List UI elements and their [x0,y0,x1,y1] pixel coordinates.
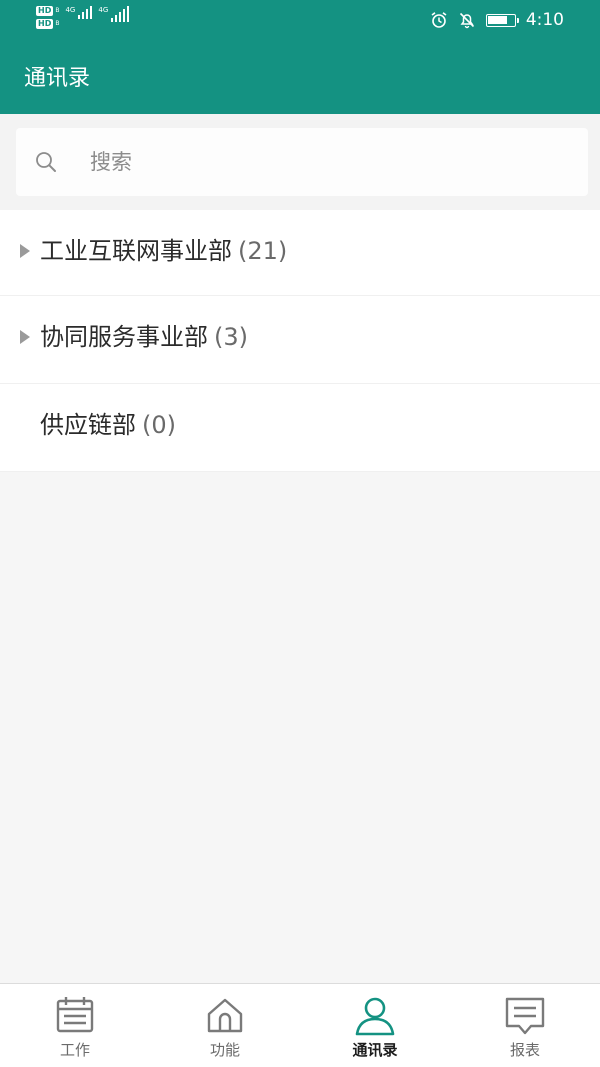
department-item-industrial-internet[interactable]: 工业互联网事业部 (21) [0,210,600,296]
nav-label: 功能 [209,1041,240,1059]
calendar-icon [56,997,94,1033]
department-list: 工业互联网事业部 (21) 协同服务事业部 (3) 供应链部 (0) [0,210,600,472]
hd-indicators: HD B HD B [36,6,59,29]
home-icon [207,998,243,1033]
report-icon [505,997,545,1035]
nav-label: 报表 [509,1041,540,1059]
department-item-collaboration-services[interactable]: 协同服务事业部 (3) [0,296,600,384]
search-placeholder: 搜索 [90,150,132,174]
search-input[interactable]: 搜索 [16,128,588,196]
app-header: HD B HD B 4G 4G 4:10 通讯录 [0,0,600,114]
department-label: 协同服务事业部 (3) [40,320,248,354]
nav-tab-functions[interactable]: 功能 [150,984,300,1067]
contacts-icon [355,997,395,1036]
network-type: 4G [65,6,76,14]
network-type: 4G [98,6,109,14]
department-count: (0) [142,411,176,439]
search-icon [36,152,56,172]
department-item-supply-chain[interactable]: 供应链部 (0) [0,384,600,472]
department-label: 供应链部 (0) [40,408,176,442]
nav-tab-reports[interactable]: 报表 [450,984,600,1067]
nav-tab-work[interactable]: 工作 [0,984,150,1067]
department-name: 供应链部 [40,411,136,439]
battery-fill [487,15,507,24]
department-count: (3) [214,323,248,351]
alarm-icon [431,12,447,28]
contacts-screen: HD B HD B 4G 4G 4:10 通讯录 搜索 工业互联网事业部 (21… [0,0,600,1067]
hd-sub: B [55,7,60,14]
sim1-hd: HD B [36,6,59,16]
nav-label: 通讯录 [352,1041,398,1059]
sim2-signal-icon: 4G [98,6,130,22]
expand-arrow-icon[interactable] [20,244,30,258]
notifications-off-icon [459,12,474,29]
department-label: 工业互联网事业部 (21) [40,234,287,268]
sim1-signal-icon: 4G [65,6,93,19]
nav-tab-contacts[interactable]: 通讯录 [300,984,450,1067]
battery-icon [485,13,519,27]
nav-label: 工作 [59,1041,90,1059]
status-right: 4:10 [430,9,564,31]
page-title: 通讯录 [24,66,91,91]
sim2-hd: HD B [36,19,59,29]
status-bar: HD B HD B 4G 4G 4:10 [0,0,600,42]
hd-badge: HD [36,19,54,29]
department-name: 工业互联网事业部 [40,237,232,265]
expand-arrow-icon[interactable] [20,330,30,344]
status-time: 4:10 [525,10,564,30]
search-section: 搜索 [0,114,600,210]
department-name: 协同服务事业部 [40,323,208,351]
title-bar: 通讯录 [0,42,600,114]
bottom-navigation: 工作 功能 通讯录 报表 [0,983,600,1067]
hd-badge: HD [36,6,54,16]
status-left: HD B HD B 4G 4G [36,6,130,29]
hd-sub: B [55,20,60,27]
department-count: (21) [238,237,288,265]
